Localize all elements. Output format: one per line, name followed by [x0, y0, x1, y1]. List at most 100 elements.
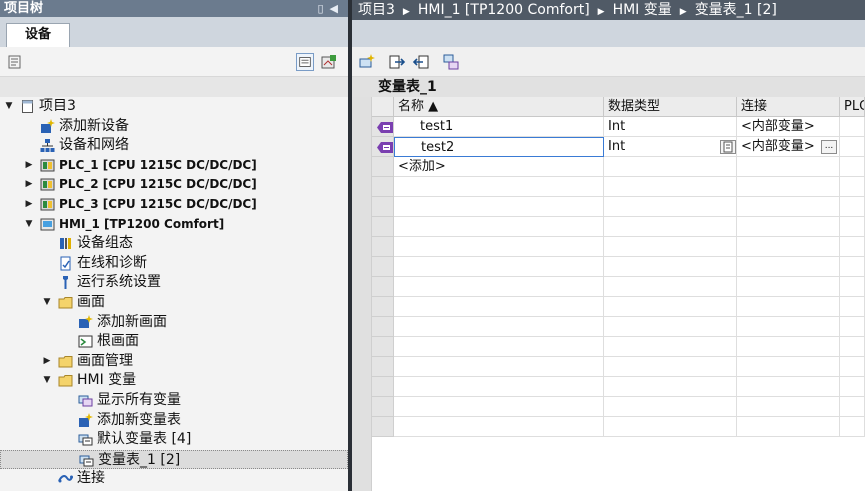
- cell-plc[interactable]: [840, 217, 865, 237]
- cell-plc[interactable]: [840, 257, 865, 277]
- row-header[interactable]: [372, 397, 394, 417]
- select-all-header[interactable]: [372, 97, 394, 117]
- cell-datatype[interactable]: [604, 397, 737, 417]
- datatype-picker-icon[interactable]: [720, 140, 736, 154]
- tree-item[interactable]: 根画面: [0, 332, 348, 351]
- cell-datatype[interactable]: [604, 177, 737, 197]
- cell-connection[interactable]: [737, 197, 840, 217]
- column-header-name[interactable]: 名称 ▲: [394, 97, 604, 117]
- row-header[interactable]: [372, 237, 394, 257]
- tree-item[interactable]: 运行系统设置: [0, 273, 348, 292]
- cell-plc[interactable]: [840, 377, 865, 397]
- cell-connection[interactable]: [737, 217, 840, 237]
- row-header[interactable]: [372, 297, 394, 317]
- cell-datatype[interactable]: [604, 357, 737, 377]
- list-view-icon[interactable]: [296, 53, 314, 71]
- cell-datatype[interactable]: [604, 257, 737, 277]
- expand-right-icon[interactable]: ▶: [24, 195, 34, 214]
- cell-name[interactable]: [394, 317, 604, 337]
- cell-datatype[interactable]: [604, 277, 737, 297]
- cell-plc[interactable]: [840, 297, 865, 317]
- row-header[interactable]: [372, 337, 394, 357]
- expand-down-icon[interactable]: ▼: [24, 215, 34, 234]
- collapse-left-icon[interactable]: ◀: [330, 2, 344, 15]
- cell-name[interactable]: [394, 417, 604, 437]
- tree-item[interactable]: ▼ 画面: [0, 293, 348, 312]
- cell-datatype[interactable]: Int: [604, 117, 737, 137]
- add-view-icon[interactable]: [320, 53, 338, 71]
- tree-item[interactable]: ▼ HMI 变量: [0, 371, 348, 390]
- cell-datatype[interactable]: [604, 297, 737, 317]
- tree-item[interactable]: ▼ 项目3: [0, 97, 348, 116]
- cell-datatype[interactable]: [604, 317, 737, 337]
- pin-icon[interactable]: ▯: [317, 2, 329, 15]
- tree-item[interactable]: ▶ PLC_3 [CPU 1215C DC/DC/DC]: [0, 195, 348, 214]
- tree-item[interactable]: 连接: [0, 469, 348, 488]
- cell-name[interactable]: test1: [394, 117, 604, 137]
- cell-datatype[interactable]: [604, 197, 737, 217]
- cell-connection[interactable]: [737, 177, 840, 197]
- browse-connection-button[interactable]: ...: [821, 140, 837, 154]
- row-header[interactable]: [372, 317, 394, 337]
- cell-name[interactable]: test2: [394, 137, 604, 157]
- cell-connection[interactable]: [737, 357, 840, 377]
- properties-icon[interactable]: [6, 53, 24, 71]
- row-header[interactable]: [372, 177, 394, 197]
- cell-datatype[interactable]: [604, 237, 737, 257]
- tree-item[interactable]: 显示所有变量: [0, 391, 348, 410]
- cell-plc[interactable]: [840, 417, 865, 437]
- add-tag-cell[interactable]: <添加>: [394, 157, 604, 177]
- cell-datatype[interactable]: [604, 337, 737, 357]
- row-header[interactable]: [372, 277, 394, 297]
- cell-name[interactable]: [394, 297, 604, 317]
- breadcrumb-item-project[interactable]: 项目3: [358, 2, 395, 18]
- expand-down-icon[interactable]: ▼: [42, 371, 52, 390]
- cell-datatype[interactable]: [604, 417, 737, 437]
- cell-name[interactable]: [394, 237, 604, 257]
- cell-plc[interactable]: [840, 317, 865, 337]
- column-header-datatype[interactable]: 数据类型: [604, 97, 737, 117]
- cell-datatype[interactable]: [604, 217, 737, 237]
- breadcrumb-item-hmi[interactable]: HMI_1 [TP1200 Comfort]: [418, 2, 590, 18]
- cell-name[interactable]: [394, 357, 604, 377]
- cell-name[interactable]: [394, 217, 604, 237]
- cell-plc[interactable]: [840, 177, 865, 197]
- cell-plc[interactable]: [840, 357, 865, 377]
- column-header-connection[interactable]: 连接: [737, 97, 840, 117]
- cell-datatype[interactable]: [604, 377, 737, 397]
- expand-right-icon[interactable]: ▶: [24, 156, 34, 175]
- cell-connection[interactable]: [737, 297, 840, 317]
- expand-right-icon[interactable]: ▶: [42, 352, 52, 371]
- cell-name[interactable]: [394, 377, 604, 397]
- cell-datatype[interactable]: Int: [604, 137, 737, 157]
- row-header[interactable]: [372, 197, 394, 217]
- cell-connection[interactable]: [737, 417, 840, 437]
- import-icon[interactable]: [412, 53, 430, 71]
- cell-connection[interactable]: [737, 257, 840, 277]
- cell-name[interactable]: [394, 177, 604, 197]
- row-header[interactable]: [372, 377, 394, 397]
- cell-plc[interactable]: [840, 237, 865, 257]
- row-header[interactable]: [372, 357, 394, 377]
- cell-plc[interactable]: [840, 397, 865, 417]
- tree-item[interactable]: 设备组态: [0, 234, 348, 253]
- breadcrumb-item-hmi-tags[interactable]: HMI 变量: [613, 2, 672, 18]
- cell-plc[interactable]: [840, 337, 865, 357]
- cell-plc[interactable]: [840, 277, 865, 297]
- cell-connection[interactable]: [737, 237, 840, 257]
- cell-connection[interactable]: [737, 377, 840, 397]
- cell-plc[interactable]: [840, 157, 865, 177]
- cell-name[interactable]: [394, 277, 604, 297]
- tree-item[interactable]: ▶ 画面管理: [0, 352, 348, 371]
- expand-down-icon[interactable]: ▼: [4, 97, 14, 116]
- sync-icon[interactable]: [442, 53, 460, 71]
- tree-item[interactable]: ▶ PLC_2 [CPU 1215C DC/DC/DC]: [0, 175, 348, 194]
- tree-item[interactable]: 在线和诊断: [0, 254, 348, 273]
- column-header-plc[interactable]: PLC: [840, 97, 865, 117]
- cell-plc[interactable]: [840, 117, 865, 137]
- tab-device[interactable]: 设备: [6, 23, 70, 47]
- cell-plc[interactable]: [840, 137, 865, 157]
- tree-item[interactable]: ▶ PLC_1 [CPU 1215C DC/DC/DC]: [0, 156, 348, 175]
- expand-down-icon[interactable]: ▼: [42, 293, 52, 312]
- row-header[interactable]: [372, 217, 394, 237]
